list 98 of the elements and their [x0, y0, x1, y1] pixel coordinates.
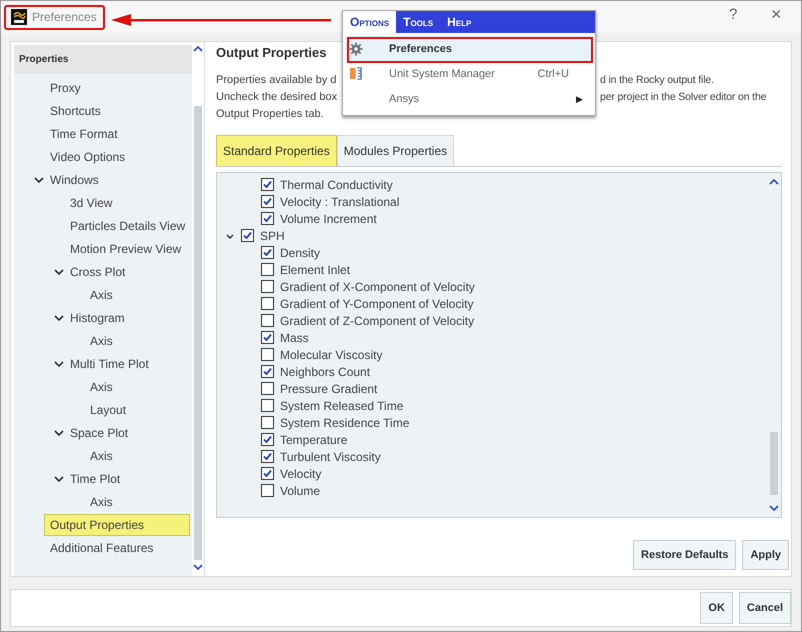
- checkbox[interactable]: [261, 348, 274, 361]
- checkbox[interactable]: [261, 382, 274, 395]
- property-label: Gradient of Y-Component of Velocity: [280, 296, 474, 310]
- property-label: Volume Increment: [280, 212, 377, 226]
- checkbox[interactable]: [261, 212, 274, 225]
- chevron-down-icon[interactable]: [54, 428, 64, 438]
- checkbox[interactable]: [261, 450, 274, 463]
- property-label: Element Inlet: [280, 262, 350, 276]
- checkbox[interactable]: [261, 314, 274, 327]
- property-label: System Released Time: [280, 398, 404, 412]
- section-title: Output Properties: [216, 45, 327, 62]
- menu-bar-item[interactable]: Tools: [396, 11, 440, 33]
- menu-item[interactable]: Preferences: [345, 36, 593, 61]
- chevron-down-icon[interactable]: [54, 266, 64, 276]
- description-text: per project in the Solver editor on the: [600, 91, 766, 103]
- checkbox[interactable]: [261, 331, 274, 344]
- checkbox[interactable]: [261, 246, 274, 259]
- property-label: Molecular Viscosity: [280, 348, 382, 362]
- property-label: Gradient of Z-Component of Velocity: [280, 314, 474, 328]
- scroll-down-icon[interactable]: [193, 564, 203, 570]
- sidebar-item[interactable]: Axis: [90, 376, 119, 396]
- help-button[interactable]: ?: [729, 6, 738, 23]
- checkbox[interactable]: [261, 467, 274, 480]
- sidebar-item[interactable]: Histogram: [70, 308, 131, 328]
- sidebar-item[interactable]: Space Plot: [70, 422, 134, 442]
- checkbox[interactable]: [241, 229, 254, 242]
- property-label: System Residence Time: [280, 416, 410, 430]
- dialog-button[interactable]: Restore Defaults: [633, 540, 736, 570]
- sidebar-item[interactable]: Multi Time Plot: [70, 354, 155, 374]
- property-label: Velocity: [280, 466, 322, 480]
- sidebar-item[interactable]: Shortcuts: [50, 100, 107, 120]
- sidebar-item[interactable]: Windows: [50, 170, 105, 190]
- scroll-up-icon[interactable]: [193, 46, 203, 52]
- sidebar-item[interactable]: Particles Details View: [70, 216, 192, 236]
- sidebar-item[interactable]: Layout: [90, 400, 132, 420]
- property-label: Density: [280, 246, 320, 260]
- app-logo-icon: [11, 9, 27, 25]
- property-label: Temperature: [280, 432, 348, 446]
- sidebar-item[interactable]: Additional Features: [50, 538, 160, 558]
- sidebar-item[interactable]: 3d View: [70, 192, 118, 212]
- description-text: Properties available by d: [216, 73, 336, 88]
- sidebar-item[interactable]: Cross Plot: [70, 262, 132, 282]
- checkbox[interactable]: [261, 365, 274, 378]
- ruler-icon: [349, 67, 362, 80]
- property-label: Neighbors Count: [280, 364, 370, 378]
- sidebar-item[interactable]: Axis: [90, 330, 119, 350]
- gear-icon: [349, 42, 363, 56]
- shortcut-text: Ctrl+U: [538, 68, 570, 80]
- dialog-button[interactable]: OK: [700, 592, 733, 624]
- tab[interactable]: Standard Properties: [216, 135, 337, 166]
- sidebar-item[interactable]: Motion Preview View: [70, 238, 188, 258]
- tab[interactable]: Modules Properties: [336, 135, 454, 166]
- scroll-down-icon[interactable]: [769, 505, 779, 511]
- menu-item[interactable]: Ansys ▶: [345, 86, 593, 111]
- scrollbar-thumb[interactable]: [770, 432, 778, 495]
- property-label: Turbulent Viscosity: [280, 450, 381, 464]
- property-label: SPH: [260, 228, 285, 242]
- checkbox[interactable]: [261, 297, 274, 310]
- description-text: Uncheck the desired box: [216, 90, 338, 105]
- chevron-down-icon[interactable]: [54, 312, 64, 322]
- dialog-button[interactable]: Cancel: [738, 592, 791, 624]
- menu-bar-item[interactable]: Options: [343, 11, 396, 33]
- close-button[interactable]: ×: [771, 4, 782, 25]
- chevron-down-icon[interactable]: [54, 358, 64, 368]
- checkbox[interactable]: [261, 280, 274, 293]
- sidebar-header: Properties: [14, 45, 192, 74]
- property-label: Pressure Gradient: [280, 382, 378, 396]
- checkbox[interactable]: [261, 484, 274, 497]
- menu-bar-item[interactable]: Help: [440, 11, 478, 33]
- dialog-button[interactable]: Apply: [742, 540, 789, 570]
- sidebar-item[interactable]: Axis: [90, 492, 119, 512]
- sidebar-item[interactable]: Axis: [90, 446, 119, 466]
- checkbox[interactable]: [261, 178, 274, 191]
- checkbox[interactable]: [261, 399, 274, 412]
- checkbox[interactable]: [261, 195, 274, 208]
- property-label: Velocity : Translational: [280, 194, 400, 208]
- chevron-down-icon[interactable]: [54, 474, 64, 484]
- submenu-arrow: ▶: [576, 94, 584, 104]
- description-text: d in the Rocky output file.: [600, 74, 714, 86]
- checkbox[interactable]: [261, 263, 274, 276]
- sidebar-item[interactable]: Proxy: [50, 78, 87, 98]
- sidebar-item[interactable]: Axis: [90, 284, 119, 304]
- checkbox[interactable]: [261, 416, 274, 429]
- property-label: Gradient of X-Component of Velocity: [280, 280, 475, 294]
- scrollbar-thumb[interactable]: [194, 106, 202, 560]
- property-label: Mass: [280, 330, 309, 344]
- sidebar-item[interactable]: Output Properties: [44, 514, 190, 536]
- property-label: Thermal Conductivity: [280, 178, 393, 192]
- property-label: Volume: [280, 484, 320, 498]
- checkbox[interactable]: [261, 433, 274, 446]
- sidebar-item[interactable]: Video Options: [50, 146, 132, 166]
- chevron-down-icon[interactable]: [34, 174, 44, 184]
- sidebar-item[interactable]: Time Format: [50, 124, 124, 144]
- window-title: Preferences: [32, 10, 97, 24]
- sidebar-item[interactable]: Time Plot: [70, 468, 126, 488]
- menu-item[interactable]: Unit System Manager Ctrl+U: [345, 61, 593, 86]
- description-text: Output Properties tab.: [216, 107, 324, 122]
- scroll-up-icon[interactable]: [769, 179, 779, 185]
